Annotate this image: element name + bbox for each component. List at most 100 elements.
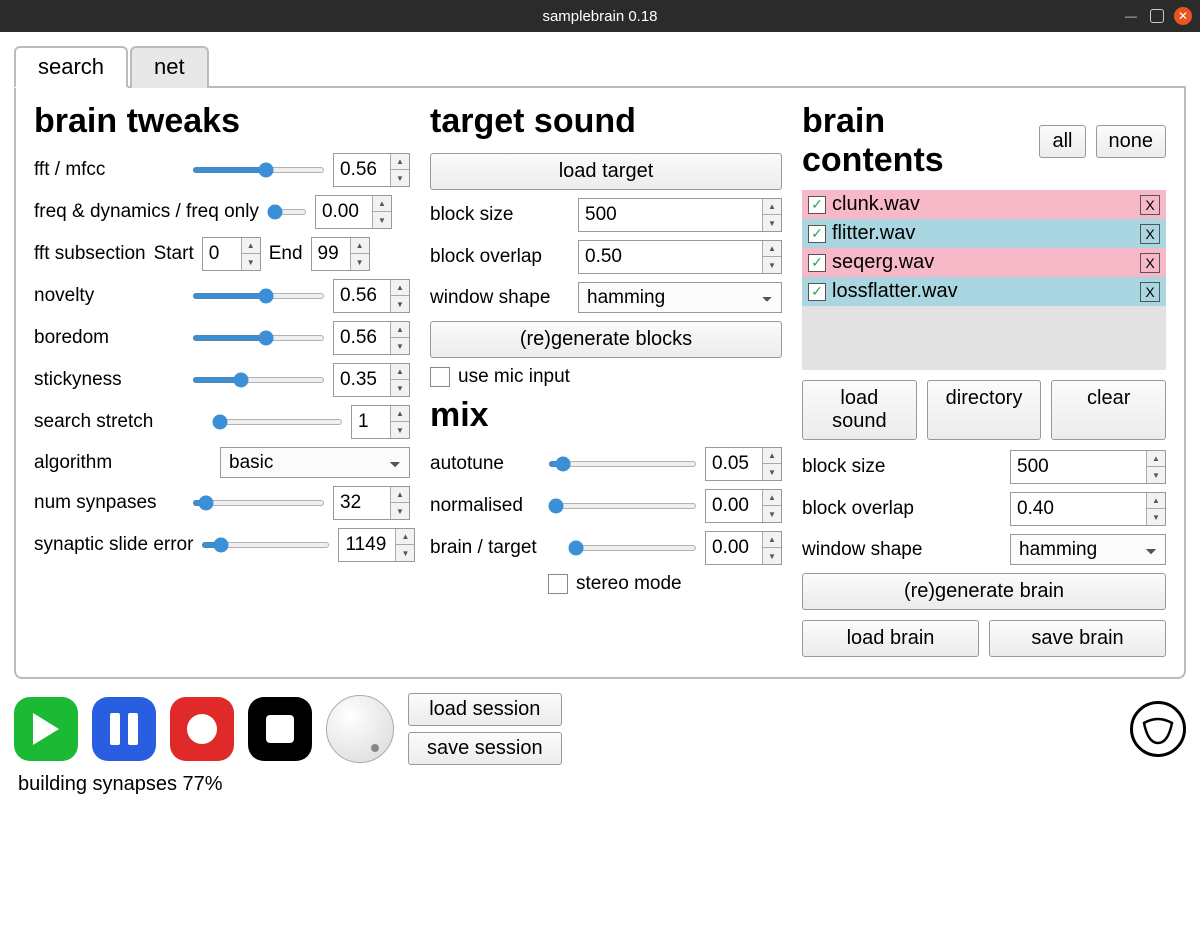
ts-block-size-label: block size [430, 204, 570, 226]
autotune-spinner[interactable]: ▲▼ [705, 447, 782, 481]
play-button[interactable] [14, 697, 78, 761]
brain-contents-heading: brain contents [802, 102, 1029, 180]
regenerate-brain-button[interactable]: (re)generate brain [802, 573, 1166, 610]
boredom-spinner[interactable]: ▲▼ [333, 321, 410, 355]
stickyness-slider[interactable] [192, 377, 325, 383]
spin-up-icon[interactable]: ▲ [391, 154, 409, 170]
ts-block-overlap-spinner[interactable]: ▲▼ [578, 240, 782, 274]
file-delete-button[interactable]: X [1140, 195, 1160, 215]
ts-block-size-spinner[interactable]: ▲▼ [578, 198, 782, 232]
maximize-icon[interactable] [1150, 9, 1164, 23]
stereo-checkbox[interactable] [548, 574, 568, 594]
novelty-spinner[interactable]: ▲▼ [333, 279, 410, 313]
bc-block-size-spinner[interactable]: ▲▼ [1010, 450, 1166, 484]
search-stretch-label: search stretch [34, 411, 204, 433]
main-panel: brain tweaks fft / mfcc ▲▼ freq & dynami… [14, 88, 1186, 679]
tab-search[interactable]: search [14, 46, 128, 88]
bc-block-overlap-spinner[interactable]: ▲▼ [1010, 492, 1166, 526]
file-delete-button[interactable]: X [1140, 282, 1160, 302]
slide-error-spinner[interactable]: ▲▼ [338, 528, 415, 562]
load-brain-button[interactable]: load brain [802, 620, 979, 657]
target-sound-column: target sound load target block size ▲▼ b… [430, 102, 782, 667]
pause-button[interactable] [92, 697, 156, 761]
transport-bar: load session save session [14, 693, 1186, 765]
directory-button[interactable]: directory [927, 380, 1042, 440]
boredom-label: boredom [34, 327, 184, 349]
normalised-slider[interactable] [548, 503, 697, 509]
load-session-button[interactable]: load session [408, 693, 562, 726]
clear-button[interactable]: clear [1051, 380, 1166, 440]
fft-mfcc-slider[interactable] [192, 167, 325, 173]
stickyness-label: stickyness [34, 369, 184, 391]
stereo-label: stereo mode [576, 573, 682, 595]
tab-net[interactable]: net [130, 46, 209, 88]
load-target-button[interactable]: load target [430, 153, 782, 190]
end-label: End [269, 243, 303, 265]
freq-dyn-spinner[interactable]: ▲▼ [315, 195, 392, 229]
ts-window-shape-select[interactable]: hamming [578, 282, 782, 313]
window-title: samplebrain 0.18 [542, 8, 657, 25]
load-sound-button[interactable]: load sound [802, 380, 917, 440]
bc-block-size-label: block size [802, 456, 1002, 478]
ts-block-overlap-label: block overlap [430, 246, 570, 268]
autotune-label: autotune [430, 453, 540, 475]
fft-end-spinner[interactable]: ▲▼ [311, 237, 370, 271]
mix-heading: mix [430, 396, 782, 435]
num-synapses-spinner[interactable]: ▲▼ [333, 486, 410, 520]
brain-target-slider[interactable] [568, 545, 697, 551]
all-button[interactable]: all [1039, 125, 1085, 158]
brand-logo-icon [1130, 701, 1186, 757]
titlebar: samplebrain 0.18 — ✕ [0, 0, 1200, 32]
none-button[interactable]: none [1096, 125, 1167, 158]
tabs: search net [14, 44, 1186, 88]
spin-down-icon[interactable]: ▼ [391, 170, 409, 186]
bc-block-overlap-label: block overlap [802, 498, 1002, 520]
file-item[interactable]: ✓seqerg.wavX [802, 248, 1166, 277]
slide-error-slider[interactable] [201, 542, 330, 548]
slide-error-label: synaptic slide error [34, 534, 193, 556]
freq-dyn-slider[interactable] [267, 209, 307, 215]
normalised-spinner[interactable]: ▲▼ [705, 489, 782, 523]
record-icon [187, 714, 217, 744]
use-mic-checkbox[interactable] [430, 367, 450, 387]
save-brain-button[interactable]: save brain [989, 620, 1166, 657]
num-synapses-slider[interactable] [192, 500, 325, 506]
novelty-slider[interactable] [192, 293, 325, 299]
freq-dyn-label: freq & dynamics / freq only [34, 201, 259, 223]
search-stretch-slider[interactable] [212, 419, 343, 425]
brain-target-spinner[interactable]: ▲▼ [705, 531, 782, 565]
file-checkbox[interactable]: ✓ [808, 196, 826, 214]
status-text: building synapses 77% [14, 771, 1186, 798]
file-checkbox[interactable]: ✓ [808, 225, 826, 243]
file-delete-button[interactable]: X [1140, 224, 1160, 244]
boredom-slider[interactable] [192, 335, 325, 341]
search-stretch-spinner[interactable]: ▲▼ [351, 405, 410, 439]
bc-window-shape-select[interactable]: hamming [1010, 534, 1166, 565]
stickyness-spinner[interactable]: ▲▼ [333, 363, 410, 397]
record-button[interactable] [170, 697, 234, 761]
save-session-button[interactable]: save session [408, 732, 562, 765]
pause-icon [110, 713, 138, 745]
file-delete-button[interactable]: X [1140, 253, 1160, 273]
novelty-label: novelty [34, 285, 184, 307]
volume-dial[interactable] [326, 695, 394, 763]
brain-tweaks-heading: brain tweaks [34, 102, 410, 141]
autotune-slider[interactable] [548, 461, 697, 467]
close-icon[interactable]: ✕ [1174, 7, 1192, 25]
file-name: lossflatter.wav [832, 280, 958, 303]
ts-window-shape-label: window shape [430, 287, 570, 309]
file-item[interactable]: ✓ lossflatter.wav X [802, 277, 1166, 306]
fft-mfcc-spinner[interactable]: ▲▼ [333, 153, 410, 187]
stop-button[interactable] [248, 697, 312, 761]
file-item[interactable]: ✓flitter.wavX [802, 219, 1166, 248]
file-item[interactable]: ✓clunk.wavX [802, 190, 1166, 219]
fft-subsection-label: fft subsection [34, 243, 146, 265]
file-list: ✓clunk.wavX✓flitter.wavX✓seqerg.wavX✓los… [802, 190, 1166, 370]
minimize-icon[interactable]: — [1122, 7, 1140, 25]
start-label: Start [154, 243, 194, 265]
algorithm-select[interactable]: basic [220, 447, 410, 478]
regenerate-blocks-button[interactable]: (re)generate blocks [430, 321, 782, 358]
file-checkbox[interactable]: ✓ [808, 283, 826, 301]
file-checkbox[interactable]: ✓ [808, 254, 826, 272]
fft-start-spinner[interactable]: ▲▼ [202, 237, 261, 271]
